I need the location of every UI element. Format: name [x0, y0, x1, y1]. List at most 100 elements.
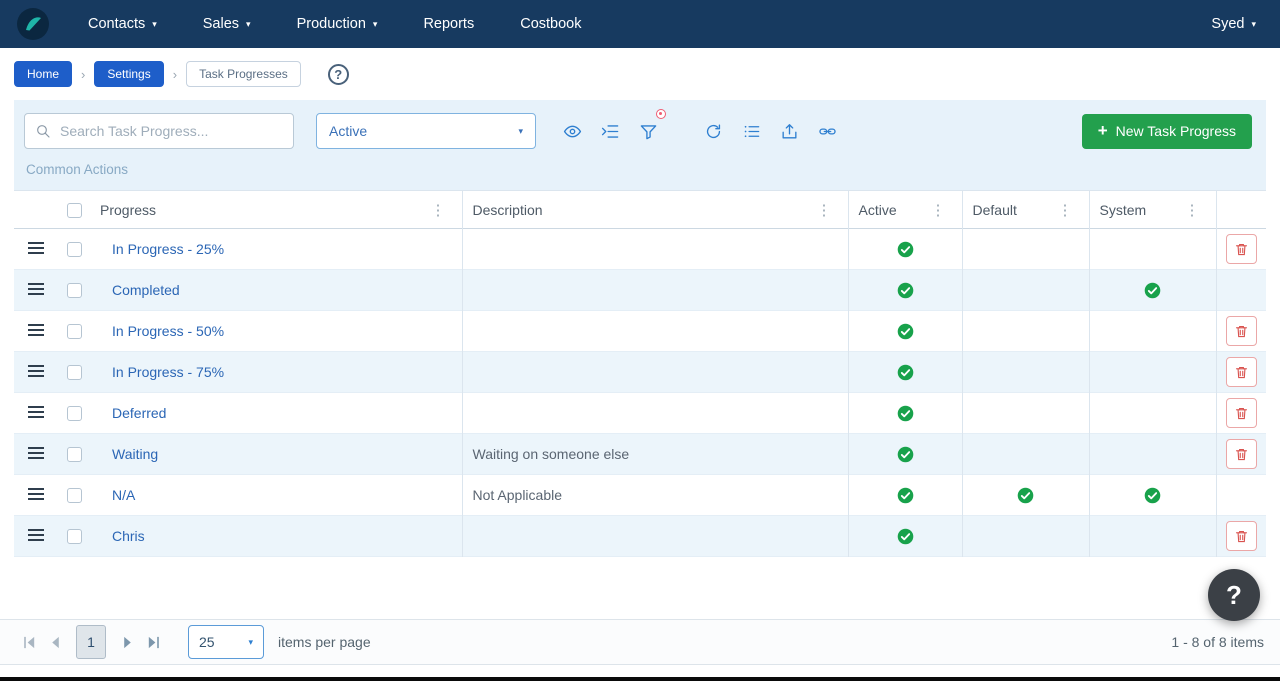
- pagination-bar: 1 25 ▾ items per page 1 - 8 of 8 items: [0, 619, 1280, 665]
- column-label: Progress: [100, 201, 157, 218]
- status-filter-select[interactable]: Active ▾: [316, 113, 536, 149]
- column-menu-icon[interactable]: ⋮: [815, 201, 834, 219]
- main-nav: Contacts ▾ Sales ▾ Production ▾ Reports …: [88, 16, 581, 32]
- progress-link[interactable]: N/A: [112, 487, 135, 503]
- chevron-down-icon: ▾: [248, 636, 253, 647]
- new-task-progress-label: New Task Progress: [1115, 123, 1236, 139]
- list-view-button[interactable]: [739, 119, 764, 144]
- breadcrumb-separator: ›: [172, 66, 178, 82]
- delete-button[interactable]: [1225, 316, 1257, 346]
- row-checkbox[interactable]: [66, 242, 82, 258]
- page-size-select[interactable]: 25 ▾: [188, 625, 264, 659]
- row-checkbox[interactable]: [66, 283, 82, 299]
- bottom-padding: [0, 665, 1280, 677]
- link-button[interactable]: [815, 119, 840, 144]
- column-header-description: Description ⋮: [462, 190, 849, 229]
- table-row: N/A Not Applicable: [14, 474, 1266, 516]
- drag-handle-icon[interactable]: [28, 529, 44, 541]
- progress-link[interactable]: Chris: [112, 528, 145, 544]
- last-page-button[interactable]: [140, 629, 166, 655]
- toolbar: Active ▾: [24, 108, 1254, 149]
- search-input[interactable]: [60, 123, 283, 139]
- table-header-row: Progress ⋮ Description ⋮ Active ⋮ Defaul…: [14, 190, 1266, 229]
- delete-button[interactable]: [1225, 439, 1257, 469]
- nav-reports[interactable]: Reports: [423, 16, 474, 32]
- indent-button[interactable]: [598, 119, 623, 144]
- column-menu-icon[interactable]: ⋮: [929, 201, 948, 219]
- page-number-button[interactable]: 1: [76, 625, 106, 659]
- column-menu-icon[interactable]: ⋮: [1183, 201, 1202, 219]
- eye-icon: [563, 125, 582, 137]
- row-checkbox[interactable]: [66, 365, 82, 381]
- export-button[interactable]: [777, 119, 802, 144]
- next-page-icon: [123, 636, 131, 648]
- row-checkbox[interactable]: [66, 529, 82, 545]
- refresh-button[interactable]: [701, 119, 726, 144]
- first-page-button[interactable]: [16, 629, 42, 655]
- new-task-progress-button[interactable]: + New Task Progress: [1081, 113, 1252, 149]
- user-name: Syed: [1211, 16, 1245, 32]
- action-icon-group: [701, 119, 840, 144]
- system-check-icon: [1144, 487, 1161, 504]
- help-icon[interactable]: ?: [327, 63, 349, 85]
- breadcrumb-home[interactable]: Home: [14, 61, 73, 87]
- row-checkbox[interactable]: [66, 488, 82, 504]
- trash-icon: [1235, 243, 1247, 255]
- user-menu[interactable]: Syed ▾: [1211, 16, 1264, 32]
- drag-handle-icon[interactable]: [28, 447, 44, 459]
- chevron-down-icon: ▾: [152, 18, 157, 29]
- nav-sales[interactable]: Sales ▾: [203, 16, 251, 32]
- progress-link[interactable]: Deferred: [112, 405, 166, 421]
- delete-button[interactable]: [1225, 234, 1257, 264]
- drag-handle-icon[interactable]: [28, 488, 44, 500]
- app-logo[interactable]: [16, 7, 50, 41]
- next-page-button[interactable]: [114, 629, 140, 655]
- drag-handle-icon[interactable]: [28, 324, 44, 336]
- delete-button[interactable]: [1225, 357, 1257, 387]
- progress-link[interactable]: In Progress - 50%: [112, 323, 224, 339]
- drag-handle-icon[interactable]: [28, 406, 44, 418]
- column-menu-icon[interactable]: ⋮: [1056, 201, 1075, 219]
- nav-label: Sales: [202, 16, 240, 32]
- active-check-icon: [897, 241, 913, 258]
- select-all-checkbox[interactable]: [66, 202, 82, 218]
- filter-button[interactable]: [636, 108, 666, 144]
- column-label: Description: [472, 201, 543, 218]
- column-menu-icon[interactable]: ⋮: [429, 201, 448, 219]
- breadcrumb-settings[interactable]: Settings: [94, 61, 164, 87]
- previous-page-button[interactable]: [42, 629, 68, 655]
- drag-handle-icon[interactable]: [28, 283, 44, 295]
- common-actions-link[interactable]: Common Actions: [24, 149, 1254, 190]
- column-header-progress: Progress ⋮: [90, 190, 463, 229]
- progress-link[interactable]: In Progress - 75%: [112, 364, 224, 380]
- task-progress-table: Progress ⋮ Description ⋮ Active ⋮ Defaul…: [14, 190, 1266, 557]
- row-checkbox[interactable]: [66, 406, 82, 422]
- action-column-header: [1216, 191, 1266, 229]
- delete-button[interactable]: [1225, 398, 1257, 428]
- progress-link[interactable]: Completed: [112, 282, 180, 298]
- breadcrumb-separator: ›: [81, 66, 86, 82]
- delete-button[interactable]: [1225, 521, 1257, 551]
- nav-contacts[interactable]: Contacts ▾: [88, 16, 157, 32]
- nav-production[interactable]: Production ▾: [297, 16, 378, 32]
- nav-costbook[interactable]: Costbook: [520, 16, 581, 32]
- active-check-icon: [897, 446, 913, 463]
- filter-active-badge: [656, 108, 666, 119]
- nav-label: Contacts: [88, 16, 146, 32]
- row-checkbox[interactable]: [66, 324, 82, 340]
- floating-help-button[interactable]: ?: [1208, 569, 1260, 621]
- view-button[interactable]: [560, 119, 585, 144]
- drag-handle-icon[interactable]: [28, 365, 44, 377]
- row-checkbox[interactable]: [66, 447, 82, 463]
- column-header-system: System ⋮: [1089, 190, 1217, 229]
- system-check-icon: [1144, 282, 1161, 299]
- breadcrumb-task-progresses[interactable]: Task Progresses: [186, 61, 301, 87]
- progress-link[interactable]: Waiting: [112, 446, 158, 462]
- chevron-down-icon: ▾: [246, 18, 251, 29]
- drag-handle-icon[interactable]: [28, 242, 44, 254]
- description-text: Not Applicable: [472, 487, 563, 503]
- last-page-icon: [148, 636, 159, 648]
- progress-link[interactable]: In Progress - 25%: [112, 241, 224, 257]
- trash-icon: [1235, 325, 1247, 337]
- nav-label: Production: [296, 16, 366, 32]
